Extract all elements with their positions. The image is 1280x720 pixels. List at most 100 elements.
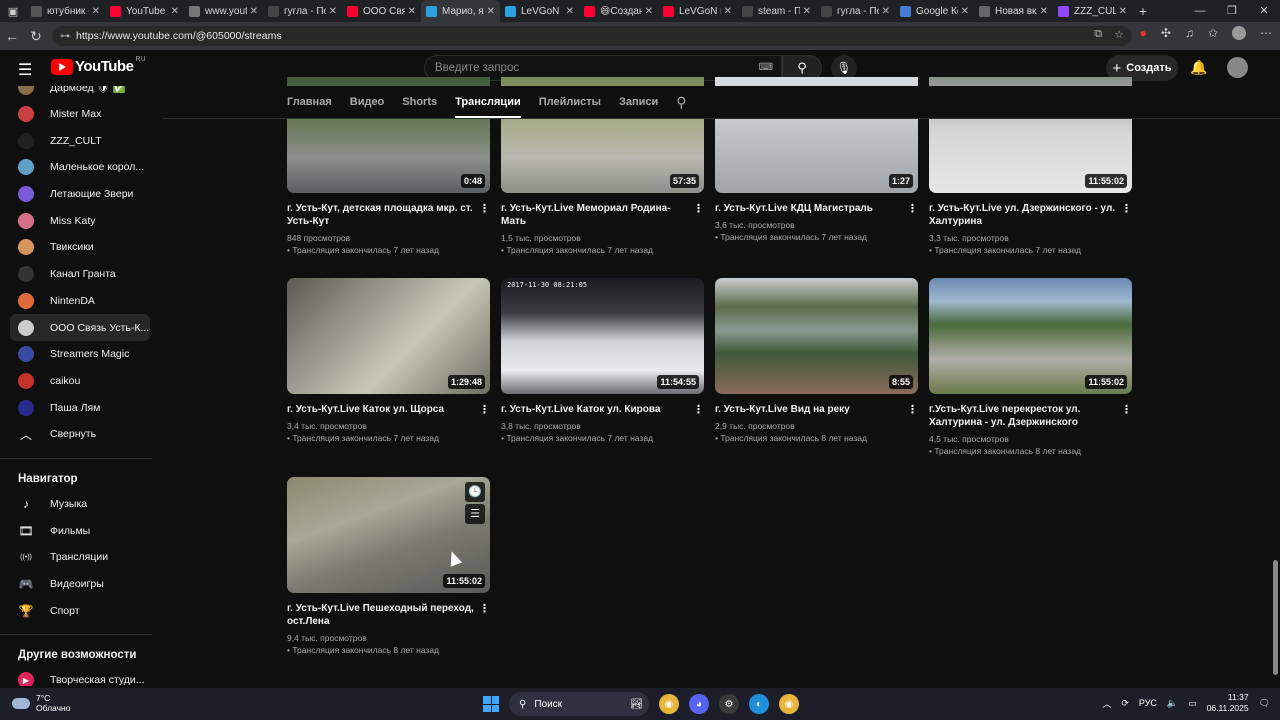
more-actions-icon[interactable]: ⋮ bbox=[693, 404, 704, 417]
video-thumbnail[interactable]: 11:55:02 bbox=[929, 278, 1132, 394]
tab-close-icon[interactable]: ✕ bbox=[408, 6, 416, 17]
channel-tab[interactable]: Плейлисты bbox=[539, 96, 601, 108]
youtube-logo[interactable]: YouTube RU bbox=[51, 56, 146, 75]
video-title[interactable]: г. Усть-Кут.Live Пешеходный переход, ост… bbox=[287, 602, 490, 628]
chrome-alt-icon[interactable]: ◉ bbox=[779, 694, 799, 714]
sidebar-item-subscription[interactable]: Канал Гранта bbox=[10, 261, 150, 288]
browser-tab[interactable]: 😄Создан ✕ bbox=[579, 0, 658, 22]
browser-tab[interactable]: Марио, яп✕ bbox=[421, 0, 500, 22]
tab-close-icon[interactable]: ✕ bbox=[1040, 6, 1048, 17]
tab-close-icon[interactable]: ✕ bbox=[724, 6, 732, 17]
video-title[interactable]: г. Усть-Кут.Live Мемориал Родина-Мать ⋮ bbox=[501, 202, 704, 228]
more-actions-icon[interactable]: ⋮ bbox=[1121, 203, 1132, 216]
add-to-queue-icon[interactable]: ☰ bbox=[465, 504, 485, 524]
more-actions-icon[interactable]: ⋮ bbox=[1121, 404, 1132, 417]
tab-close-icon[interactable]: ✕ bbox=[566, 6, 574, 17]
extension-icon[interactable]: ● bbox=[1140, 26, 1147, 40]
notifications-bell-icon[interactable]: 🔔 bbox=[1190, 59, 1207, 76]
sidebar-item-navigator[interactable]: ♪ Музыка bbox=[10, 491, 150, 518]
reload-icon[interactable]: ↻ bbox=[24, 28, 48, 45]
battery-icon[interactable]: ▭ bbox=[1188, 698, 1197, 709]
profile-icon[interactable] bbox=[1232, 26, 1246, 40]
video-title[interactable]: г. Усть-Кут.Live КДЦ Магистраль ⋮ bbox=[715, 202, 918, 215]
video-card[interactable]: 1:29:48 г. Усть-Кут.Live Каток ул. Щорса… bbox=[287, 278, 490, 444]
sidebar-item-subscription[interactable]: caikou bbox=[10, 368, 150, 395]
site-info-icon[interactable]: ⊶ bbox=[60, 31, 70, 42]
media-icon[interactable]: ♫ bbox=[1185, 26, 1194, 40]
channel-tab[interactable]: Видео bbox=[350, 96, 385, 108]
new-tab-button[interactable]: + bbox=[1132, 3, 1154, 19]
sidebar-item-navigator[interactable]: 🎞 Фильмы bbox=[10, 517, 150, 544]
more-actions-icon[interactable]: ⋮ bbox=[907, 404, 918, 417]
browser-tab[interactable]: Новая вкл✕ bbox=[974, 0, 1053, 22]
browser-tab[interactable]: гугла - Пои✕ bbox=[816, 0, 895, 22]
minimize-icon[interactable]: — bbox=[1184, 0, 1216, 22]
sidebar-item-navigator[interactable]: ((•)) Трансляции bbox=[10, 544, 150, 571]
chrome-icon[interactable]: ◉ bbox=[659, 694, 679, 714]
video-title[interactable]: г. Усть-Кут, детская площадка мкр. ст. У… bbox=[287, 202, 490, 228]
sidebar-item-studio[interactable]: ▶ Творческая студи... bbox=[10, 667, 150, 686]
tab-close-icon[interactable]: ✕ bbox=[882, 6, 890, 17]
video-thumbnail[interactable]: 8:55 bbox=[715, 278, 918, 394]
tab-close-icon[interactable]: ✕ bbox=[961, 6, 969, 17]
puzzle-icon[interactable]: ✣ bbox=[1161, 26, 1171, 40]
sidebar-item-subscription[interactable]: Mister Max bbox=[10, 101, 150, 128]
video-thumbnail[interactable]: 2017-11-30 08:21:05 11:54:55 bbox=[501, 278, 704, 394]
tray-app-icon[interactable]: ⟳ bbox=[1121, 698, 1129, 709]
sidebar-item-subscription[interactable]: Маленькое корол... bbox=[10, 154, 150, 181]
browser-tab[interactable]: www.youtu✕ bbox=[184, 0, 263, 22]
close-window-icon[interactable]: ✕ bbox=[1248, 0, 1280, 22]
guide-menu-icon[interactable]: ☰ bbox=[18, 60, 32, 80]
more-actions-icon[interactable]: ⋮ bbox=[479, 603, 490, 616]
video-title[interactable]: г. Усть-Кут.Live Вид на реку ⋮ bbox=[715, 403, 918, 416]
windows-start-icon[interactable] bbox=[483, 696, 499, 712]
channel-tab[interactable]: Записи bbox=[619, 96, 658, 108]
keyboard-icon[interactable]: ⌨ bbox=[759, 62, 773, 73]
video-title[interactable]: г. Усть-Кут.Live Каток ул. Щорса ⋮ bbox=[287, 403, 490, 416]
page-scrollbar[interactable] bbox=[1273, 560, 1278, 675]
browser-tab[interactable]: Google Ко✕ bbox=[895, 0, 974, 22]
tab-actions-icon[interactable]: ▣ bbox=[0, 0, 26, 22]
video-title[interactable]: г. Усть-Кут.Live Каток ул. Кирова ⋮ bbox=[501, 403, 704, 416]
tab-close-icon[interactable]: ✕ bbox=[1119, 6, 1127, 17]
tab-close-icon[interactable]: ✕ bbox=[645, 6, 653, 17]
tab-close-icon[interactable]: ✕ bbox=[92, 6, 100, 17]
tab-close-icon[interactable]: ✕ bbox=[487, 6, 495, 17]
clock[interactable]: 11:37 06.11.2025 bbox=[1207, 692, 1249, 714]
menu-dots-icon[interactable]: ⋯ bbox=[1260, 26, 1272, 40]
discord-icon[interactable]: ◕ bbox=[689, 694, 709, 714]
browser-tab[interactable]: ООО Связ✕ bbox=[342, 0, 421, 22]
more-actions-icon[interactable]: ⋮ bbox=[479, 203, 490, 216]
weather-widget[interactable]: 7°C Облачно bbox=[12, 693, 70, 713]
browser-tab[interactable]: ZZZ_CULT✕ bbox=[1053, 0, 1132, 22]
more-actions-icon[interactable]: ⋮ bbox=[479, 404, 490, 417]
browser-tab[interactable]: steam - П ✕ bbox=[737, 0, 816, 22]
more-actions-icon[interactable]: ⋮ bbox=[693, 203, 704, 216]
tray-overflow-icon[interactable]: ︿ bbox=[1102, 697, 1111, 710]
video-card[interactable]: 8:55 г. Усть-Кут.Live Вид на реку ⋮ 2,9 … bbox=[715, 278, 918, 444]
browser-tab[interactable]: LeVGoN 🛡✕ bbox=[500, 0, 579, 22]
sidebar-item-subscription[interactable]: Streamers Magic bbox=[10, 341, 150, 368]
browser-tab[interactable]: гугла - Пои✕ bbox=[263, 0, 342, 22]
tab-close-icon[interactable]: ✕ bbox=[803, 6, 811, 17]
address-bar[interactable]: ⊶ https://www.youtube.com/@605000/stream… bbox=[52, 26, 1132, 46]
tab-close-icon[interactable]: ✕ bbox=[171, 6, 179, 17]
sidebar-item-subscription[interactable]: Дармоед 🛡 ✅ bbox=[10, 86, 150, 101]
browser-tab[interactable]: YouTube ✕ bbox=[105, 0, 184, 22]
taskbar-search[interactable]: ⚲ Поиск 🏞 bbox=[509, 692, 649, 716]
sidebar-item-subscription[interactable]: Miss Katy bbox=[10, 207, 150, 234]
video-thumbnail[interactable]: 1:29:48 bbox=[287, 278, 490, 394]
bookmark-star-icon[interactable]: ☆ bbox=[1114, 28, 1124, 41]
video-card[interactable]: 2017-11-30 08:21:05 11:54:55 г. Усть-Кут… bbox=[501, 278, 704, 444]
channel-search-icon[interactable]: ⚲ bbox=[676, 94, 686, 111]
back-icon[interactable]: ← bbox=[0, 28, 24, 44]
watch-later-icon[interactable]: 🕒 bbox=[465, 482, 485, 502]
language-indicator[interactable]: РУС bbox=[1139, 698, 1157, 708]
sidebar-item-navigator[interactable]: 🎮 Видеоигры bbox=[10, 571, 150, 598]
video-card[interactable]: 11:55:02 г.Усть-Кут.Live перекресток ул.… bbox=[929, 278, 1132, 457]
browser-tab[interactable]: ютубник - ✕ bbox=[26, 0, 105, 22]
sidebar-item-subscription[interactable]: Паша Лям bbox=[10, 394, 150, 421]
install-app-icon[interactable]: ⧉ bbox=[1094, 28, 1102, 41]
browser-tab[interactable]: LeVGoN н✕ bbox=[658, 0, 737, 22]
tab-close-icon[interactable]: ✕ bbox=[250, 6, 258, 17]
